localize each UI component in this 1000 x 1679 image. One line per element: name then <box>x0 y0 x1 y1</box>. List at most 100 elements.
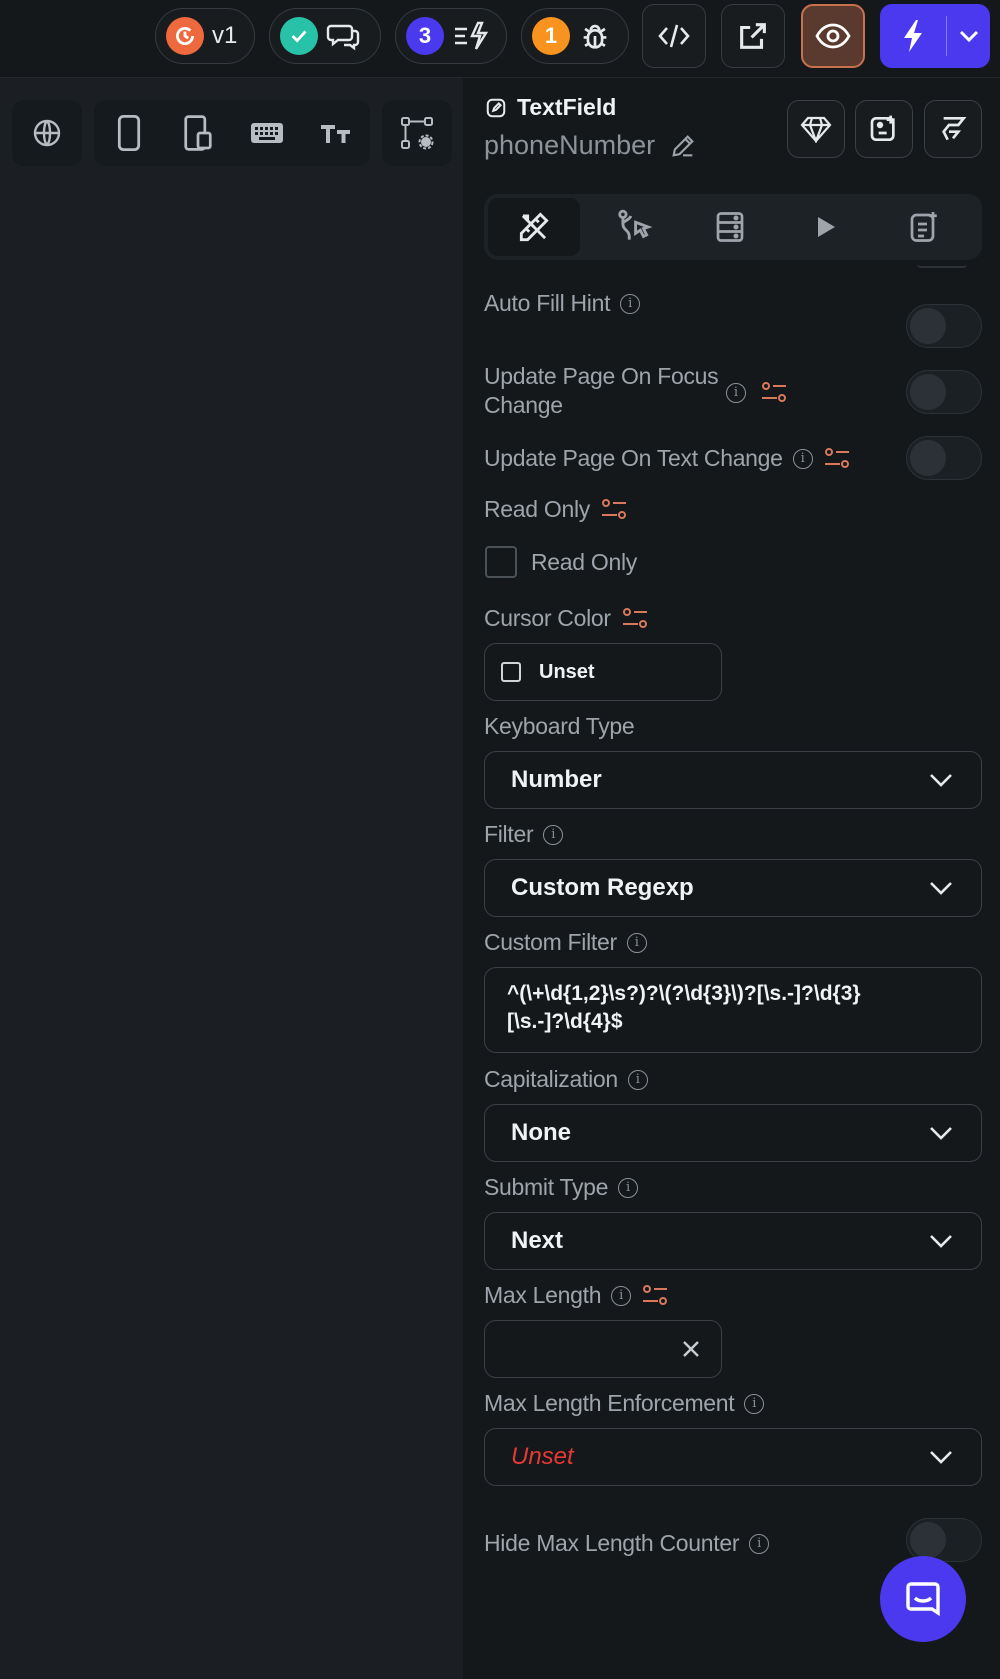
lightning-list-icon <box>455 21 489 50</box>
auto-fill-hint-label: Auto Fill Hint <box>484 290 611 316</box>
action-flow-icon <box>618 209 653 240</box>
text-size-icon <box>320 125 350 143</box>
set-variable-icon[interactable] <box>641 1283 669 1309</box>
clear-icon[interactable] <box>681 1339 701 1359</box>
info-icon[interactable] <box>543 824 564 845</box>
open-external-button[interactable] <box>721 4 785 68</box>
tab-documentation[interactable] <box>878 198 970 256</box>
text-scale-button[interactable] <box>301 100 370 166</box>
hide-counter-row: Hide Max Length Counter <box>484 1530 770 1557</box>
status-pill[interactable] <box>269 8 381 64</box>
run-button[interactable] <box>880 4 946 68</box>
read-only-row: Read Only <box>484 496 628 523</box>
max-length-enforcement-dropdown[interactable]: Unset <box>484 1428 982 1486</box>
chevron-down-icon <box>959 30 978 43</box>
support-chat-button[interactable] <box>880 1556 966 1642</box>
run-options-dropdown[interactable] <box>947 4 990 68</box>
eye-icon <box>815 23 851 49</box>
tab-properties[interactable] <box>488 198 580 256</box>
max-length-label: Max Length <box>484 1282 602 1308</box>
read-only-checkbox-label: Read Only <box>531 548 637 575</box>
submit-type-label: Submit Type <box>484 1174 609 1200</box>
filter-dropdown[interactable]: Custom Regexp <box>484 859 982 917</box>
filter-label: Filter <box>484 821 534 847</box>
tab-animations[interactable] <box>780 198 872 256</box>
tab-actions[interactable] <box>588 198 680 256</box>
capitalization-value: None <box>511 1119 571 1146</box>
info-icon[interactable] <box>627 1069 648 1090</box>
bug-icon <box>583 24 607 49</box>
node-settings-icon <box>401 117 434 150</box>
submit-type-row: Submit Type <box>484 1174 639 1201</box>
info-icon[interactable] <box>792 448 813 469</box>
update-on-text-row: Update Page On Text Change <box>484 445 851 472</box>
run-button-group[interactable] <box>880 4 990 68</box>
lightning-icon <box>904 20 922 52</box>
add-widget-button[interactable] <box>855 100 913 158</box>
info-icon[interactable] <box>620 293 641 314</box>
preview-button[interactable] <box>801 4 865 68</box>
set-variable-icon[interactable] <box>621 606 649 632</box>
set-variable-icon[interactable] <box>760 380 788 406</box>
device-toolbar <box>94 100 370 166</box>
language-toolbar <box>12 100 82 166</box>
custom-filter-input[interactable]: ^(\+\d{1,2}\s?)?\(?\d{3}\)?[\s.-]?\d{3} … <box>484 967 982 1053</box>
max-length-enforcement-label: Max Length Enforcement <box>484 1390 735 1416</box>
keyboard-toggle-button[interactable] <box>232 100 301 166</box>
info-icon[interactable] <box>749 1533 770 1554</box>
update-on-text-label: Update Page On Text Change <box>484 445 783 471</box>
set-variable-icon[interactable] <box>823 446 851 472</box>
canvas-settings-button[interactable] <box>382 100 452 166</box>
toggle-knob <box>910 1522 946 1558</box>
top-bar: v1 3 1 <box>0 0 1000 78</box>
cursor-color-value: Unset <box>539 660 595 683</box>
add-notes-icon <box>910 212 937 242</box>
chevron-down-icon <box>930 882 952 895</box>
widget-tree-button[interactable] <box>924 100 982 158</box>
submit-type-dropdown[interactable]: Next <box>484 1212 982 1270</box>
language-button[interactable] <box>12 100 82 166</box>
max-length-enforcement-row: Max Length Enforcement <box>484 1390 765 1417</box>
update-on-focus-line2: Change <box>484 392 563 418</box>
cursor-color-picker[interactable]: Unset <box>484 643 722 701</box>
keyboard-type-label: Keyboard Type <box>484 713 635 739</box>
version-pill[interactable]: v1 <box>155 8 255 64</box>
chevron-down-icon <box>930 1127 952 1140</box>
cursor-color-row: Cursor Color <box>484 605 649 632</box>
update-on-text-toggle[interactable] <box>906 436 982 480</box>
phone-icon <box>117 115 140 151</box>
toggle-knob <box>910 374 946 410</box>
chevron-down-icon <box>930 1451 952 1464</box>
bugs-pill[interactable]: 1 <box>521 8 629 64</box>
info-icon[interactable] <box>744 1393 765 1414</box>
info-icon[interactable] <box>618 1177 639 1198</box>
read-only-checkbox[interactable] <box>485 546 517 578</box>
capitalization-label: Capitalization <box>484 1066 618 1092</box>
tablet-device-button[interactable] <box>163 100 232 166</box>
capitalization-dropdown[interactable]: None <box>484 1104 982 1162</box>
info-icon[interactable] <box>726 383 746 403</box>
code-icon <box>658 24 690 48</box>
warnings-count: 3 <box>406 17 444 55</box>
update-on-focus-toggle[interactable] <box>906 370 982 414</box>
phone-device-button[interactable] <box>94 100 163 166</box>
pencil-icon[interactable] <box>669 132 697 160</box>
max-length-input[interactable] <box>484 1320 722 1378</box>
external-link-icon <box>740 23 766 49</box>
read-only-checkbox-row[interactable]: Read Only <box>485 546 637 578</box>
widget-type-header: TextField <box>485 94 616 121</box>
properties-panel: TextField phoneNumber Auto Fill Hint i U… <box>463 78 1000 1679</box>
keyboard-type-dropdown[interactable]: Number <box>484 751 982 809</box>
warnings-pill[interactable]: 3 <box>395 8 507 64</box>
scrolled-field-edge <box>917 264 967 268</box>
set-variable-icon[interactable] <box>600 497 628 523</box>
info-icon[interactable] <box>626 932 647 953</box>
auto-fill-hint-toggle[interactable] <box>906 304 982 348</box>
tab-backend-query[interactable] <box>684 198 776 256</box>
premium-button[interactable] <box>787 100 845 158</box>
submit-type-value: Next <box>511 1227 564 1254</box>
code-view-button[interactable] <box>642 4 706 68</box>
chat-icon <box>906 1582 940 1617</box>
bugs-count: 1 <box>532 17 570 55</box>
info-icon[interactable] <box>611 1285 632 1306</box>
